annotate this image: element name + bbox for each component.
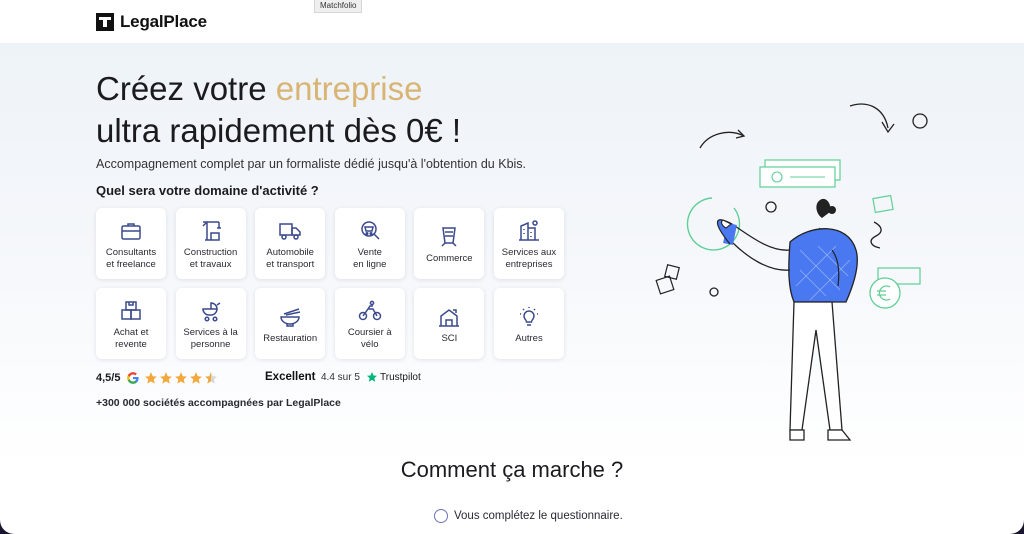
- domain-card-services-personne[interactable]: Services à la personne: [175, 288, 246, 359]
- domain-card-sci[interactable]: SCI: [414, 288, 485, 359]
- person-pants: [789, 301, 843, 431]
- trustpilot-star-icon: [367, 372, 377, 382]
- domain-label: Services à la personne: [183, 327, 238, 350]
- domain-card-automobile[interactable]: Automobile et transport: [255, 208, 326, 279]
- domain-grid: Consultants et freelance Construction et…: [96, 208, 564, 359]
- google-score: 4,5/5: [96, 372, 121, 384]
- tooltip: Matchfolio: [314, 0, 363, 13]
- bike-courier-icon: [358, 300, 382, 321]
- domain-card-construction[interactable]: Construction et travaux: [175, 208, 246, 279]
- arrow-doodle: [699, 131, 745, 149]
- person-sweater: [788, 228, 858, 303]
- star-icon: [160, 372, 173, 384]
- how-it-works-title: Comment ça marche ?: [400, 457, 624, 482]
- trustpilot-label: Excellent: [265, 371, 316, 383]
- domain-card-commerce[interactable]: Commerce: [414, 208, 485, 279]
- hero-illustration: [655, 103, 928, 441]
- crane-icon: [202, 221, 221, 241]
- domain-label: Coursier à vélo: [347, 327, 392, 350]
- google-stars: [144, 371, 218, 385]
- title-part1: Créez votre: [96, 70, 276, 107]
- title-line2: ultra rapidement dès 0€ !: [96, 112, 462, 149]
- star-icon: [190, 372, 203, 384]
- hero-section: Créez votre entreprise ultra rapidement …: [0, 44, 1024, 464]
- domain-card-consultants[interactable]: Consultants et freelance: [96, 208, 166, 279]
- google-rating[interactable]: 4,5/5: [96, 371, 218, 385]
- truck-icon: [279, 223, 301, 240]
- stroller-icon: [201, 302, 221, 322]
- person-head: [816, 198, 831, 218]
- star-half-icon: [205, 372, 218, 384]
- domain-label: Achat et revente: [113, 327, 149, 350]
- hero-subtitle: Accompagnement complet par un formaliste…: [96, 157, 527, 171]
- noodle-bowl-icon: [280, 308, 301, 327]
- logo[interactable]: LegalPlace: [96, 12, 207, 32]
- domain-label: Commerce: [426, 252, 473, 264]
- domain-question: Quel sera votre domaine d'activité ?: [96, 183, 319, 198]
- step-1[interactable]: Vous complétez le questionnaire.: [434, 509, 623, 523]
- domain-card-vente-en-ligne[interactable]: Vente en ligne: [334, 208, 405, 279]
- office-building-icon: [518, 220, 539, 241]
- domain-card-autres[interactable]: Autres: [493, 288, 564, 359]
- logo-icon: [96, 13, 114, 31]
- domain-label: Consultants et freelance: [105, 247, 157, 270]
- logo-text: LegalPlace: [120, 12, 207, 31]
- hero-title: Créez votre entreprise ultra rapidement …: [96, 68, 616, 152]
- domain-label: SCI: [441, 332, 458, 344]
- domain-label: Construction et travaux: [183, 247, 238, 270]
- step-1-label: Vous complétez le questionnaire.: [454, 510, 623, 522]
- domain-card-achat-revente[interactable]: Achat et revente: [96, 288, 166, 359]
- domain-label: Restauration: [263, 332, 318, 344]
- lightbulb-icon: [519, 306, 538, 326]
- domain-card-coursier-velo[interactable]: Coursier à vélo: [334, 288, 405, 359]
- house-icon: [439, 308, 460, 327]
- briefcase-icon: [121, 223, 141, 240]
- shop-sign-icon: [441, 227, 457, 247]
- companies-count: +300 000 sociétés accompagnées par Legal…: [96, 397, 341, 409]
- domain-label: Services aux entreprises: [501, 247, 557, 270]
- title-accent: entreprise: [275, 70, 423, 107]
- euro-coin-doodle: [869, 277, 901, 309]
- domain-label: Autres: [515, 332, 543, 344]
- domain-card-restauration[interactable]: Restauration: [255, 288, 326, 359]
- site-header: LegalPlace: [0, 0, 1024, 44]
- cart-icon: [361, 221, 380, 240]
- boxes-icon: [121, 301, 141, 320]
- star-icon: [145, 372, 158, 384]
- trustpilot-brand: Trustpilot: [380, 371, 421, 383]
- domain-label: Automobile et transport: [266, 247, 315, 270]
- browser-page: Matchfolio LegalPlace Créez votre entrep…: [0, 0, 1024, 534]
- step-circle-icon: [434, 509, 448, 523]
- trustpilot-logo[interactable]: Trustpilot: [366, 371, 421, 383]
- trustpilot-score: 4.4 sur 5: [321, 372, 360, 383]
- google-icon: [127, 372, 140, 384]
- star-icon: [175, 372, 188, 384]
- domain-card-services-entreprises[interactable]: Services aux entreprises: [493, 208, 564, 279]
- domain-label: Vente en ligne: [353, 247, 387, 270]
